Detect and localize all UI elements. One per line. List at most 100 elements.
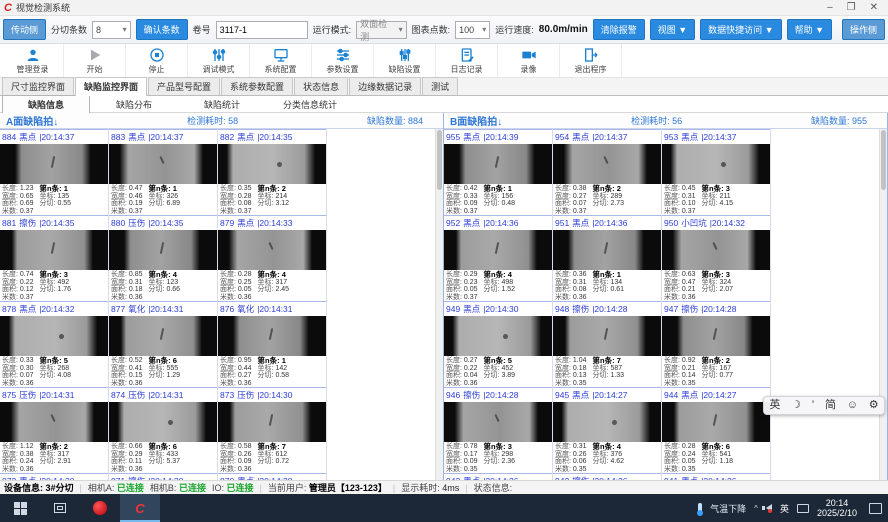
defect-cell[interactable]: 874 压伤 |20:14:31 长度: 0.66 宽度: 0.29 面积: 0… [109, 387, 218, 473]
defect-cell[interactable]: 951 黑点 |20:14:36 长度: 0.36 宽度: 0.31 面积: 0… [553, 215, 662, 301]
defect-cell[interactable]: 884 黑点 |20:14:37 长度: 1.23 宽度: 0.65 面积: 0… [0, 129, 109, 215]
drive-side-button[interactable]: 传动侧 [3, 19, 46, 40]
volume-icon[interactable] [766, 504, 772, 512]
defect-cell[interactable]: 875 压伤 |20:14:31 长度: 1.12 宽度: 0.38 面积: 0… [0, 387, 109, 473]
defect-image[interactable] [109, 402, 217, 442]
ime-bar-item[interactable]: ☽ [791, 397, 801, 414]
defect-image[interactable] [553, 144, 661, 184]
defect-cell[interactable]: 943 黑点 |20:14:26 长度: 0.33 宽度: 0.29 面积: 0… [444, 473, 553, 480]
ime-bar-item[interactable]: 简 [825, 397, 836, 414]
defect-image[interactable] [0, 144, 108, 184]
defect-cell[interactable]: 955 黑点 |20:14:39 长度: 0.42 宽度: 0.33 面积: 0… [444, 129, 553, 215]
defect-cell-header[interactable]: 873 压伤 |20:14:30 [218, 387, 326, 402]
admin-login-button[interactable]: 管理登录 [2, 44, 64, 77]
defect-cell-header[interactable]: 946 擦伤 |20:14:28 [444, 387, 552, 402]
help-menu-button[interactable]: 帮助 ▼ [787, 19, 832, 40]
defect-cell-header[interactable]: 875 压伤 |20:14:31 [0, 387, 108, 402]
ime-bar-item[interactable]: ☺ [847, 397, 858, 414]
defect-cell-header[interactable]: 950 小凹坑 |20:14:32 [662, 215, 770, 230]
exit-program-button[interactable]: 退出程序 [560, 44, 622, 77]
defect-image[interactable] [0, 230, 108, 270]
ime-bar-item[interactable]: ’ [812, 397, 814, 414]
defect-cell[interactable]: 879 黑点 |20:14:33 长度: 0.28 宽度: 0.25 面积: 0… [218, 215, 327, 301]
defect-cell[interactable]: 948 擦伤 |20:14:28 长度: 1.04 宽度: 0.18 面积: 0… [553, 301, 662, 387]
task-view-button[interactable] [40, 494, 80, 522]
defect-image[interactable] [662, 230, 770, 270]
defect-cell-header[interactable]: 954 黑点 |20:14:37 [553, 129, 661, 144]
defect-cell[interactable]: 950 小凹坑 |20:14:32 长度: 0.63 宽度: 0.47 面积: … [662, 215, 771, 301]
defect-cell-header[interactable]: 942 擦伤 |20:14:26 [553, 473, 661, 480]
defect-cell[interactable]: 941 黑点 |20:14:26 长度: 0.25 宽度: 0.21 面积: 0… [662, 473, 771, 480]
defect-image[interactable] [662, 402, 770, 442]
defect-cell[interactable]: 883 黑点 |20:14:37 长度: 0.47 宽度: 0.46 面积: 0… [109, 129, 218, 215]
defect-image[interactable] [0, 402, 108, 442]
defect-cell[interactable]: 949 黑点 |20:14:30 长度: 0.27 宽度: 0.22 面积: 0… [444, 301, 553, 387]
ime-floating-bar[interactable]: 英 ☽ ’ 简 ☺ ⚙ [763, 396, 885, 415]
run-mode-select[interactable]: 双面检测 [356, 21, 406, 39]
defect-cell-header[interactable]: 953 黑点 |20:14:37 [662, 129, 770, 144]
start-button[interactable] [0, 494, 40, 522]
defect-cell-header[interactable]: 881 擦伤 |20:14:35 [0, 215, 108, 230]
defect-cell-header[interactable]: 879 黑点 |20:14:33 [218, 215, 326, 230]
defect-image[interactable] [444, 316, 552, 356]
defect-image[interactable] [662, 144, 770, 184]
defect-cell-header[interactable]: 884 黑点 |20:14:37 [0, 129, 108, 144]
log-record-button[interactable]: 日志记录 [436, 44, 498, 77]
minimize-button[interactable]: – [827, 1, 833, 15]
defect-cell-header[interactable]: 947 擦伤 |20:14:28 [662, 301, 770, 316]
confirm-count-button[interactable]: 确认条数 [136, 19, 188, 40]
defect-cell[interactable]: 953 黑点 |20:14:37 长度: 0.45 宽度: 0.31 面积: 0… [662, 129, 771, 215]
defect-cell-header[interactable]: 878 黑点 |20:14:32 [0, 301, 108, 316]
panel-a-scrollbar[interactable] [435, 129, 443, 480]
tab-product-config[interactable]: 产品型号配置 [148, 77, 220, 95]
defect-cell[interactable]: 942 擦伤 |20:14:26 长度: 0.86 宽度: 0.20 面积: 0… [553, 473, 662, 480]
subtab-class-stats[interactable]: 分类信息统计 [266, 96, 354, 113]
defect-settings-button[interactable]: 缺陷设置 [374, 44, 436, 77]
defect-image[interactable] [218, 402, 326, 442]
defect-cell-header[interactable]: 876 氧化 |20:14:31 [218, 301, 326, 316]
defect-cell[interactable]: 873 压伤 |20:14:30 长度: 0.58 宽度: 0.26 面积: 0… [218, 387, 327, 473]
notification-center-icon[interactable] [869, 503, 882, 514]
defect-cell[interactable]: 945 黑点 |20:14:27 长度: 0.31 宽度: 0.26 面积: 0… [553, 387, 662, 473]
defect-cell[interactable]: 946 擦伤 |20:14:28 长度: 0.78 宽度: 0.17 面积: 0… [444, 387, 553, 473]
stop-button[interactable]: 停止 [126, 44, 188, 77]
taskbar-app-inspection[interactable]: C [120, 494, 160, 522]
ime-language-indicator[interactable]: 英 [780, 502, 789, 515]
weather-text[interactable]: 气温下降 [710, 502, 746, 515]
defect-cell[interactable]: 882 黑点 |20:14:35 长度: 0.35 宽度: 0.28 面积: 0… [218, 129, 327, 215]
taskbar-app-browser[interactable] [80, 494, 120, 522]
defect-cell-header[interactable]: 948 擦伤 |20:14:28 [553, 301, 661, 316]
maximize-button[interactable]: ❐ [847, 1, 856, 15]
record-video-button[interactable]: 录像 [498, 44, 560, 77]
taskbar-clock[interactable]: 20:14 2025/2/10 [817, 498, 857, 518]
defect-cell[interactable]: 872 黑点 |20:14:30 长度: 0.31 宽度: 0.27 面积: 0… [0, 473, 109, 480]
tab-defect-monitor[interactable]: 缺陷监控界面 [75, 77, 147, 96]
defect-cell[interactable]: 952 黑点 |20:14:36 长度: 0.29 宽度: 0.23 面积: 0… [444, 215, 553, 301]
ime-bar-item[interactable]: ⚙ [869, 397, 879, 414]
defect-cell[interactable]: 954 黑点 |20:14:37 长度: 0.38 宽度: 0.27 面积: 0… [553, 129, 662, 215]
defect-cell-header[interactable]: 874 压伤 |20:14:31 [109, 387, 217, 402]
defect-image[interactable] [218, 316, 326, 356]
defect-cell[interactable]: 877 氧化 |20:14:31 长度: 0.52 宽度: 0.41 面积: 0… [109, 301, 218, 387]
tray-expand-chevron[interactable]: ^ [754, 504, 758, 513]
defect-cell-header[interactable]: 952 黑点 |20:14:36 [444, 215, 552, 230]
close-button[interactable]: ✕ [870, 1, 878, 15]
subtab-defect-distribution[interactable]: 缺陷分布 [90, 96, 178, 113]
defect-cell[interactable]: 881 擦伤 |20:14:35 长度: 0.74 宽度: 0.22 面积: 0… [0, 215, 109, 301]
defect-cell-header[interactable]: 941 黑点 |20:14:26 [662, 473, 770, 480]
tab-edge-data[interactable]: 边缘数据记录 [349, 77, 421, 95]
defect-cell[interactable]: 947 擦伤 |20:14:28 长度: 0.92 宽度: 0.21 面积: 0… [662, 301, 771, 387]
defect-cell-header[interactable]: 872 黑点 |20:14:30 [0, 473, 108, 480]
defect-image[interactable] [553, 402, 661, 442]
defect-image[interactable] [662, 316, 770, 356]
defect-image[interactable] [553, 316, 661, 356]
touch-keyboard-icon[interactable] [797, 504, 809, 513]
defect-cell[interactable]: 880 压伤 |20:14:35 长度: 0.85 宽度: 0.31 面积: 0… [109, 215, 218, 301]
defect-cell[interactable]: 944 黑点 |20:14:27 长度: 0.28 宽度: 0.24 面积: 0… [662, 387, 771, 473]
chart-points-select[interactable]: 100 [455, 21, 490, 39]
defect-cell[interactable]: 870 黑点 |20:14:28 长度: 0.26 宽度: 0.24 面积: 0… [218, 473, 327, 480]
ime-bar-item[interactable]: 英 [769, 397, 780, 414]
defect-cell-header[interactable]: 880 压伤 |20:14:35 [109, 215, 217, 230]
system-config-button[interactable]: 系统配置 [250, 44, 312, 77]
tab-system-params[interactable]: 系统参数配置 [221, 77, 293, 95]
